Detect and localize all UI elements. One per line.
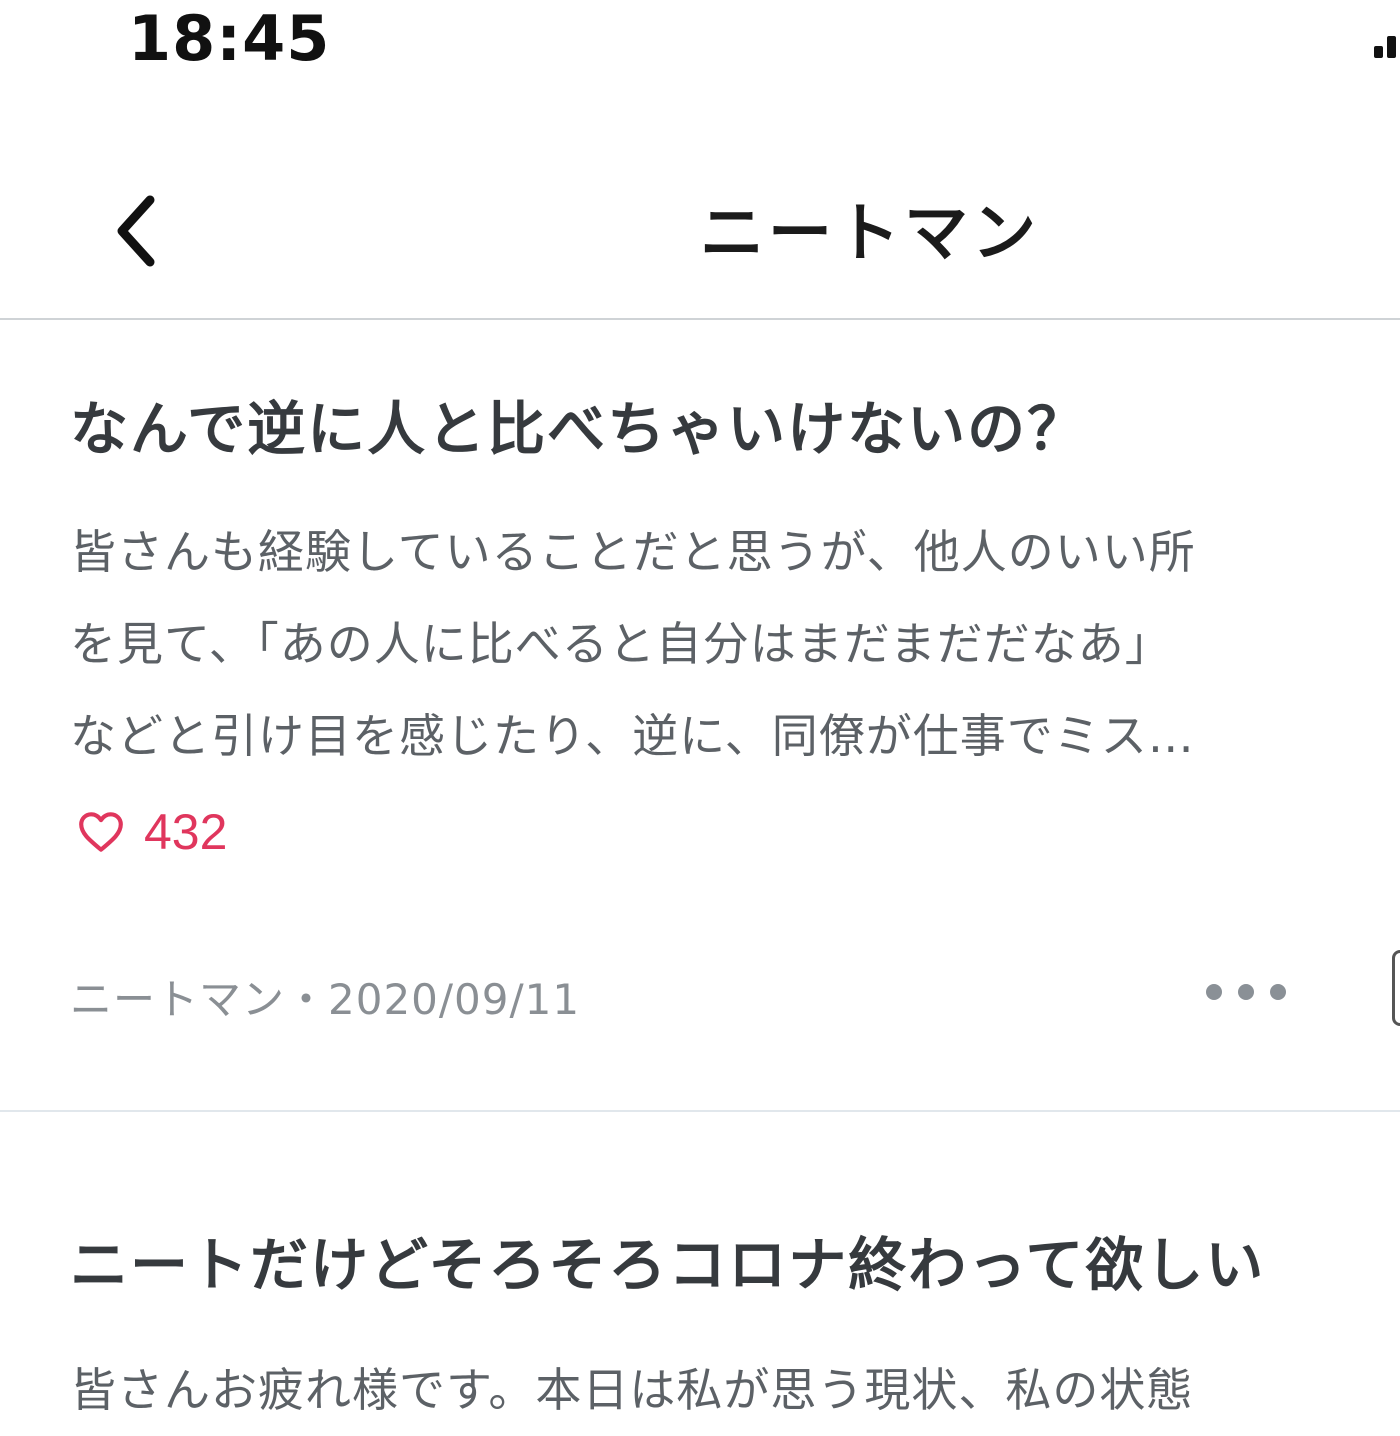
article-title[interactable]: ニートだけどそろそろコロナ終わって欲しい	[70, 1218, 1265, 1302]
ellipsis-icon-dot	[1270, 984, 1286, 1000]
signal-icon	[1374, 36, 1400, 58]
nav-bar: ニートマン	[0, 150, 1400, 320]
article-card[interactable]: なんで逆に人と比べちゃいけないの？ 皆さんも経験していることだと思うが、他人のい…	[0, 320, 1400, 1112]
article-title[interactable]: なんで逆に人と比べちゃいけないの？	[70, 382, 1087, 466]
excerpt-line: 皆さんも経験していることだと思うが、他人のいい所	[70, 525, 1196, 579]
heart-outline-icon	[79, 812, 123, 852]
article-card[interactable]: ニートだけどそろそろコロナ終わって欲しい 皆さんお疲れ様です。本日は私が思う現状…	[0, 1112, 1400, 1417]
like-count: 432	[144, 804, 228, 860]
ellipsis-icon-dot	[1238, 984, 1254, 1000]
like-button[interactable]: 432	[76, 802, 227, 862]
more-button[interactable]	[1206, 972, 1286, 1012]
side-handle[interactable]	[1392, 950, 1400, 1026]
excerpt-line: 皆さんお疲れ様です。本日は私が思う現状、私の状態	[70, 1363, 1194, 1417]
status-bar: 18:45	[0, 0, 1400, 80]
page-title: ニートマン	[700, 197, 1040, 271]
ellipsis-icon	[1206, 984, 1222, 1000]
article-excerpt: 皆さんお疲れ様です。本日は私が思う現状、私の状態	[70, 1344, 1310, 1436]
article-meta: ニートマン・2020/09/11	[70, 975, 581, 1024]
excerpt-line: などと引け目を感じたり、逆に、同僚が仕事でミス…	[70, 709, 1195, 763]
status-time: 18:45	[128, 2, 331, 75]
article-excerpt: 皆さんも経験していることだと思うが、他人のいい所 を見て、「あの人に比べると自分…	[70, 506, 1310, 782]
excerpt-line: を見て、「あの人に比べると自分はまだまだだなあ」	[70, 617, 1172, 671]
